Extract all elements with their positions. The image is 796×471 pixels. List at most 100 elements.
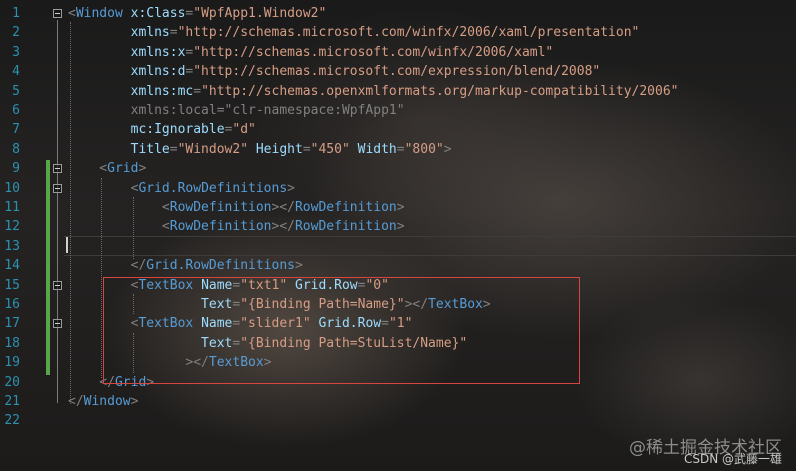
code-token: Grid.RowDefinitions <box>146 258 295 274</box>
code-text: <RowDefinition></RowDefinition> <box>68 217 405 236</box>
line-number: 5 <box>12 83 20 99</box>
code-token: "WpfApp1.Window2" <box>193 6 327 21</box>
line-number: 2 <box>12 25 20 41</box>
code-line[interactable]: 10 <Grid.RowDefinitions> <box>0 179 796 198</box>
code-token: < <box>68 180 139 196</box>
line-number: 21 <box>4 394 20 409</box>
line-number: 12 <box>4 219 20 235</box>
code-text: <Grid.RowDefinitions> <box>68 179 295 198</box>
code-token: "450" <box>310 141 350 157</box>
code-token: < <box>68 200 170 215</box>
code-token: Grid.RowDefinitions <box>138 180 288 196</box>
code-text: <Grid> <box>68 159 146 178</box>
code-token: > <box>396 219 405 235</box>
line-number: 19 <box>4 355 20 371</box>
code-line[interactable]: 22 <box>0 411 796 430</box>
code-token: RowDefinition <box>294 200 397 215</box>
code-token: RowDefinition <box>169 200 272 215</box>
code-text: </Grid.RowDefinitions> <box>68 256 303 275</box>
code-token: Window <box>83 394 131 409</box>
code-token: xmlns <box>68 25 170 41</box>
line-number: 4 <box>12 64 20 80</box>
code-token: xmlns:x <box>68 44 186 60</box>
collapse-icon[interactable] <box>53 9 62 18</box>
collapse-icon[interactable] <box>53 183 62 193</box>
code-token: xmlns:mc <box>68 83 194 99</box>
code-line[interactable]: 3 xmlns:x="http://schemas.microsoft.com/… <box>0 43 796 62</box>
line-number: 14 <box>4 258 20 274</box>
code-token: xmlns:d <box>68 64 186 80</box>
line-number: 17 <box>4 316 20 332</box>
code-token: RowDefinition <box>294 219 397 235</box>
code-editor[interactable]: 1 <Window x:Class="WpfApp1.Window2" 2 xmln… <box>0 0 796 471</box>
code-token: "d" <box>232 122 256 138</box>
code-line[interactable]: 1 <Window x:Class="WpfApp1.Window2" <box>0 4 796 23</box>
code-line[interactable]: 14 </Grid.RowDefinitions> <box>0 256 796 275</box>
code-token: mc:Ignorable <box>68 122 225 138</box>
code-token: "clr-namespace:WpfApp1" <box>224 103 405 118</box>
line-number: 11 <box>4 200 20 215</box>
line-number: 8 <box>12 141 20 157</box>
collapse-icon[interactable] <box>53 164 62 174</box>
code-token: "http://schemas.microsoft.com/expression… <box>193 64 601 80</box>
code-token: "http://schemas.openxmlformats.org/marku… <box>201 83 679 99</box>
code-text: Title="Window2" Height="450" Width="800"… <box>68 140 452 159</box>
code-text: mc:Ignorable="d" <box>68 120 256 139</box>
code-token: xmlns:local <box>68 103 217 118</box>
highlight-box <box>103 277 580 384</box>
line-number: 18 <box>4 335 20 351</box>
code-token: ></ <box>271 219 295 235</box>
code-token: ></ <box>271 200 295 215</box>
code-token: < <box>68 6 76 21</box>
code-text: </Window> <box>68 392 138 411</box>
code-token: Width <box>349 141 397 157</box>
code-line[interactable]: 5 xmlns:mc="http://schemas.openxmlformat… <box>0 82 796 101</box>
code-token: Title <box>68 141 170 157</box>
code-token: > <box>287 180 295 196</box>
code-line[interactable]: 12 <RowDefinition></RowDefinition> <box>0 217 796 236</box>
code-token: > <box>130 394 139 409</box>
line-number: 1 <box>12 6 20 21</box>
code-token: "http://schemas.microsoft.com/winfx/2006… <box>193 44 554 60</box>
code-token: </ <box>68 258 147 274</box>
code-token: < <box>68 161 108 177</box>
line-number: 7 <box>12 122 20 138</box>
code-token: = <box>169 141 178 157</box>
code-token: = <box>193 83 202 99</box>
line-number: 16 <box>4 297 20 312</box>
line-number: 10 <box>4 180 20 196</box>
code-text: xmlns:local="clr-namespace:WpfApp1" <box>68 101 405 120</box>
code-token: Height <box>248 141 303 157</box>
code-line[interactable]: 2 xmlns="http://schemas.microsoft.com/wi… <box>0 23 796 42</box>
code-token: RowDefinition <box>169 219 272 235</box>
code-token: > <box>443 141 452 157</box>
code-text: xmlns:x="http://schemas.microsoft.com/wi… <box>68 43 554 62</box>
code-token: "http://schemas.microsoft.com/winfx/2006… <box>177 25 640 41</box>
code-line[interactable]: 9 <Grid> <box>0 159 796 178</box>
code-token: x:Class <box>122 6 186 21</box>
code-text: <RowDefinition></RowDefinition> <box>68 198 405 217</box>
code-line[interactable]: 7 mc:Ignorable="d" <box>0 120 796 139</box>
line-number: 6 <box>12 103 20 118</box>
code-token: = <box>169 25 178 41</box>
code-line[interactable]: 11 <RowDefinition></RowDefinition> <box>0 198 796 217</box>
watermark-author: CSDN @武藤一雄 <box>683 452 782 466</box>
code-token: > <box>396 200 405 215</box>
line-number: 22 <box>4 413 20 429</box>
code-text: <Window x:Class="WpfApp1.Window2" <box>68 4 326 23</box>
code-line[interactable]: 4 xmlns:d="http://schemas.microsoft.com/… <box>0 62 796 81</box>
line-number: 15 <box>4 277 20 293</box>
code-line[interactable]: 8 Title="Window2" Height="450" Width="80… <box>0 140 796 159</box>
code-token: = <box>302 141 311 157</box>
code-text: xmlns:mc="http://schemas.openxmlformats.… <box>68 82 679 101</box>
code-token: </ <box>68 394 84 409</box>
code-token: > <box>295 258 303 274</box>
code-line[interactable]: 6 xmlns:local="clr-namespace:WpfApp1" <box>0 101 796 120</box>
line-number: 20 <box>4 374 20 390</box>
collapse-icon[interactable] <box>53 319 62 329</box>
code-line[interactable]: 13 <box>0 237 796 256</box>
code-line[interactable]: 21 </Window> <box>0 392 796 411</box>
code-token: > <box>138 161 147 177</box>
code-token: Window <box>75 6 123 21</box>
collapse-icon[interactable] <box>53 280 62 290</box>
